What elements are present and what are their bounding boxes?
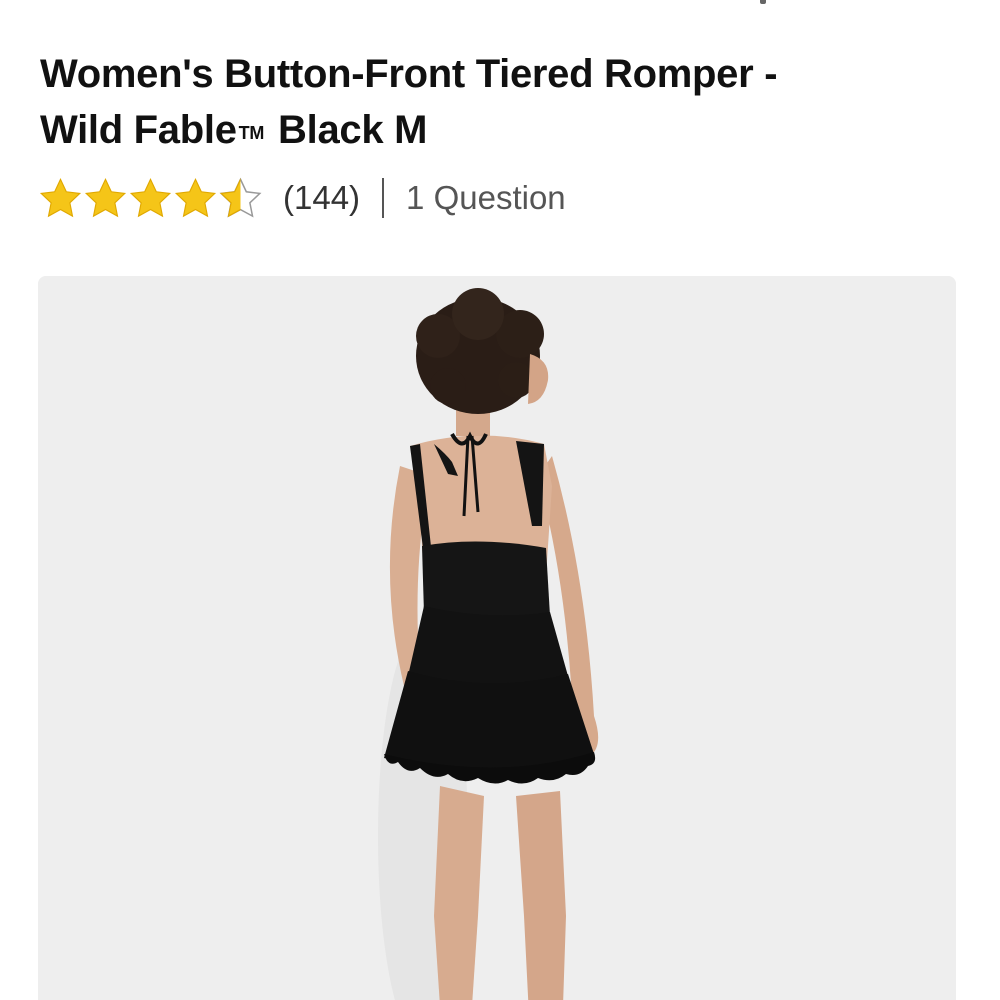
divider bbox=[382, 178, 385, 218]
product-title: Women's Button-Front Tiered Romper - Wil… bbox=[40, 46, 940, 161]
questions-link[interactable]: 1 Question bbox=[406, 179, 566, 217]
rating-row: (144) 1 Question bbox=[38, 174, 566, 222]
review-count-link[interactable]: (144) bbox=[283, 179, 360, 217]
product-photo bbox=[38, 276, 956, 1000]
star-icon bbox=[84, 177, 127, 217]
product-title-line1: Women's Button-Front Tiered Romper - bbox=[40, 52, 778, 96]
trademark-symbol: TM bbox=[238, 123, 265, 143]
product-page: Women's Button-Front Tiered Romper - Wil… bbox=[0, 0, 1000, 1000]
status-bar-fragment bbox=[760, 0, 766, 4]
half-star-icon bbox=[219, 177, 262, 218]
product-brand: Wild Fable bbox=[40, 108, 237, 152]
product-variant: Black M bbox=[278, 108, 428, 152]
star-icon bbox=[174, 177, 217, 217]
star-icon bbox=[129, 177, 172, 217]
star-icon bbox=[39, 177, 82, 217]
star-rating[interactable] bbox=[38, 176, 263, 221]
product-image[interactable] bbox=[38, 276, 956, 1000]
